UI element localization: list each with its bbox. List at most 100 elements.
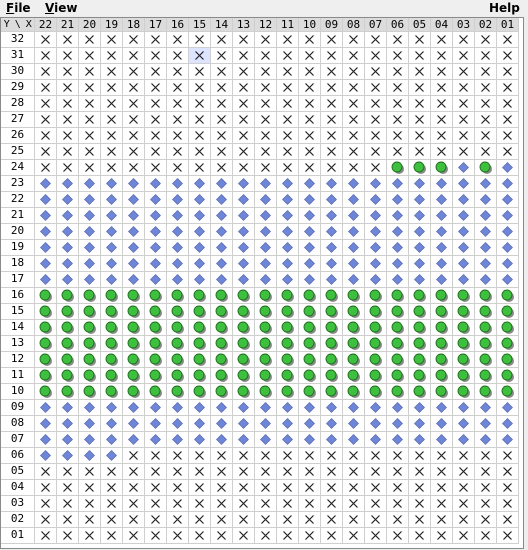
grid-cell[interactable] (79, 336, 101, 352)
grid-cell[interactable] (35, 496, 57, 512)
grid-cell[interactable] (475, 464, 497, 480)
grid-cell[interactable] (57, 96, 79, 112)
grid-cell[interactable] (409, 224, 431, 240)
grid-cell[interactable] (453, 160, 475, 176)
grid-cell[interactable] (497, 288, 519, 304)
grid-cell[interactable] (453, 480, 475, 496)
grid-cell[interactable] (475, 144, 497, 160)
grid-cell[interactable] (343, 176, 365, 192)
grid-cell[interactable] (35, 48, 57, 64)
grid-cell[interactable] (321, 144, 343, 160)
grid-cell[interactable] (409, 368, 431, 384)
grid-cell[interactable] (299, 528, 321, 544)
grid-cell[interactable] (431, 288, 453, 304)
grid-cell[interactable] (167, 176, 189, 192)
grid-cell[interactable] (167, 336, 189, 352)
grid-cell[interactable] (321, 528, 343, 544)
grid-cell[interactable] (101, 192, 123, 208)
grid-cell[interactable] (343, 80, 365, 96)
grid-cell[interactable] (233, 240, 255, 256)
grid-cell[interactable] (409, 528, 431, 544)
grid-cell[interactable] (497, 176, 519, 192)
grid-cell[interactable] (409, 144, 431, 160)
grid-cell[interactable] (167, 368, 189, 384)
grid-cell[interactable] (79, 352, 101, 368)
grid-cell[interactable] (57, 176, 79, 192)
column-header[interactable]: 19 (101, 18, 123, 32)
grid-cell[interactable] (299, 352, 321, 368)
grid-cell[interactable] (365, 432, 387, 448)
grid-cell[interactable] (497, 400, 519, 416)
grid-cell[interactable] (167, 272, 189, 288)
grid-cell[interactable] (497, 528, 519, 544)
grid-cell[interactable] (321, 192, 343, 208)
grid-cell[interactable] (167, 480, 189, 496)
grid-cell[interactable] (321, 480, 343, 496)
grid-cell[interactable] (277, 240, 299, 256)
grid-cell[interactable] (57, 240, 79, 256)
grid-cell[interactable] (123, 400, 145, 416)
grid-cell[interactable] (321, 304, 343, 320)
grid-cell[interactable] (343, 32, 365, 48)
grid-cell[interactable] (189, 96, 211, 112)
grid-cell[interactable] (167, 240, 189, 256)
grid-cell[interactable] (233, 336, 255, 352)
grid-cell[interactable] (123, 224, 145, 240)
grid-cell[interactable] (79, 32, 101, 48)
grid-cell[interactable] (321, 128, 343, 144)
grid-cell[interactable] (387, 240, 409, 256)
grid-cell[interactable] (167, 400, 189, 416)
grid-cell[interactable] (343, 432, 365, 448)
grid-cell[interactable] (431, 48, 453, 64)
grid-cell[interactable] (343, 448, 365, 464)
grid-cell[interactable] (35, 64, 57, 80)
grid-cell[interactable] (233, 512, 255, 528)
grid-cell[interactable] (167, 432, 189, 448)
grid-cell[interactable] (101, 160, 123, 176)
grid-cell[interactable] (145, 96, 167, 112)
grid-cell[interactable] (79, 208, 101, 224)
grid-cell[interactable] (277, 368, 299, 384)
grid-cell[interactable] (475, 320, 497, 336)
grid-cell[interactable] (431, 112, 453, 128)
grid-cell[interactable] (497, 80, 519, 96)
grid-cell[interactable] (233, 224, 255, 240)
grid-cell[interactable] (321, 288, 343, 304)
grid-cell[interactable] (431, 400, 453, 416)
grid-cell[interactable] (475, 160, 497, 176)
grid-cell[interactable] (255, 128, 277, 144)
grid-cell[interactable] (255, 304, 277, 320)
grid-cell[interactable] (343, 400, 365, 416)
grid-cell[interactable] (101, 320, 123, 336)
grid-cell[interactable] (343, 48, 365, 64)
grid-cell[interactable] (189, 128, 211, 144)
grid-cell[interactable] (497, 96, 519, 112)
grid-cell[interactable] (79, 112, 101, 128)
grid-cell[interactable] (431, 416, 453, 432)
grid-cell[interactable] (321, 112, 343, 128)
grid-cell[interactable] (497, 496, 519, 512)
grid-cell[interactable] (35, 112, 57, 128)
grid-cell[interactable] (101, 144, 123, 160)
grid-cell[interactable] (123, 320, 145, 336)
grid-cell[interactable] (475, 512, 497, 528)
grid-cell[interactable] (321, 80, 343, 96)
grid-cell[interactable] (123, 208, 145, 224)
grid-cell[interactable] (57, 464, 79, 480)
grid-cell[interactable] (299, 464, 321, 480)
grid-cell[interactable] (299, 240, 321, 256)
column-header[interactable]: 21 (57, 18, 79, 32)
grid-cell[interactable] (299, 208, 321, 224)
grid-cell[interactable] (475, 288, 497, 304)
grid-cell[interactable] (453, 528, 475, 544)
grid-cell[interactable] (57, 272, 79, 288)
grid-cell[interactable] (475, 192, 497, 208)
grid-cell[interactable] (299, 320, 321, 336)
grid-cell[interactable] (409, 112, 431, 128)
column-header[interactable]: 16 (167, 18, 189, 32)
grid-cell[interactable] (167, 32, 189, 48)
grid-cell[interactable] (299, 288, 321, 304)
grid-cell[interactable] (145, 272, 167, 288)
grid-cell[interactable] (233, 176, 255, 192)
grid-cell[interactable] (123, 32, 145, 48)
